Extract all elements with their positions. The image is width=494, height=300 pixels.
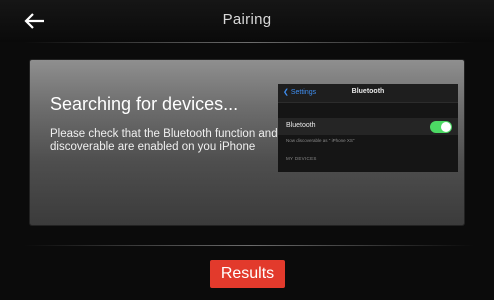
searching-heading: Searching for devices... [50,94,239,114]
toggle-knob [441,122,451,132]
preview-discoverable-note: Now discoverable as " iPhone XS" [286,138,355,143]
preview-title: Bluetooth [351,88,385,95]
preview-nav-bar: ❮ Settings Bluetooth [278,84,458,103]
top-bar: Pairing [0,0,494,42]
preview-bluetooth-row: Bluetooth [278,118,458,135]
iphone-bluetooth-preview: ❮ Settings Bluetooth Bluetooth Now disco… [278,84,458,172]
preview-row-label: Bluetooth [286,122,316,129]
header-divider [24,42,474,43]
preview-section-header: MY DEVICES [286,156,317,161]
page-title: Pairing [222,11,272,28]
instruction-text: Please check that the Bluetooth function… [50,128,278,153]
searching-panel: Searching for devices... Please check th… [30,60,464,225]
bluetooth-toggle-icon [430,121,452,133]
results-button[interactable]: Results [210,260,285,288]
footer-divider [24,245,474,246]
